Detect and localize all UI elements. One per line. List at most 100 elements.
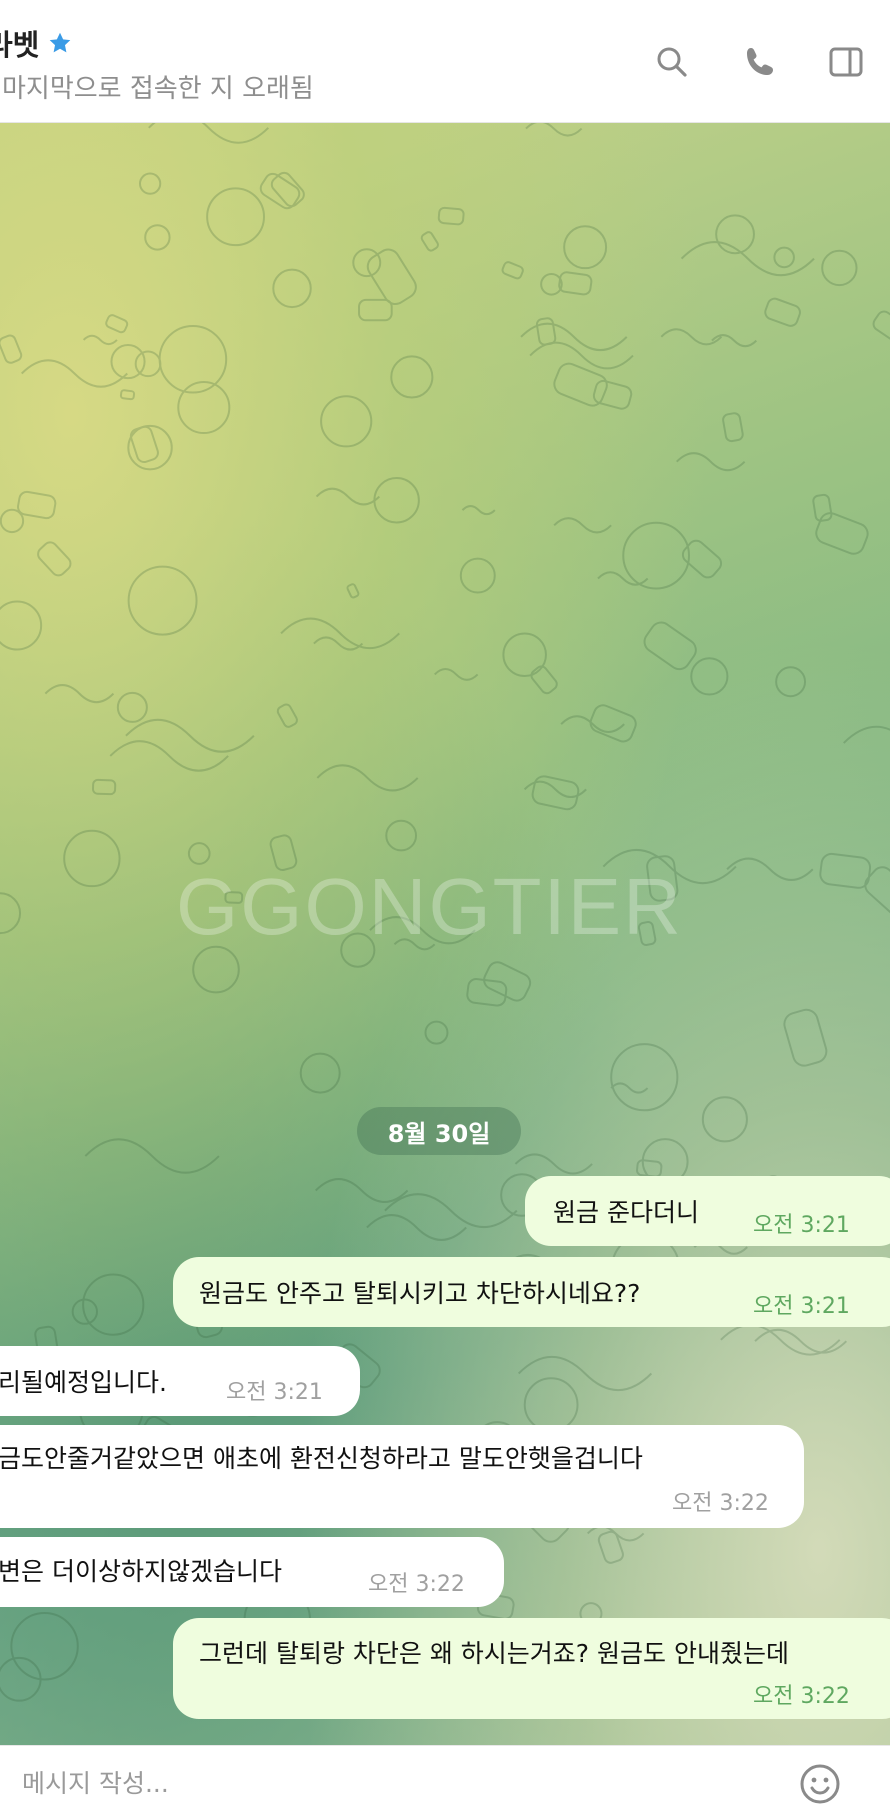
doodle-shape <box>872 310 890 343</box>
doodle-shape <box>589 704 637 743</box>
doodle-shape <box>10 1612 79 1681</box>
doodle-shape <box>434 668 479 681</box>
doodle-shape <box>722 412 744 443</box>
doodle-shape <box>424 1020 449 1045</box>
doodle-shape <box>105 314 129 334</box>
doodle-shape <box>320 395 373 448</box>
doodle-shape <box>144 224 171 251</box>
doodle-shape <box>530 665 558 695</box>
message-bubble[interactable]: 원금 준다더니 오전 3:21 <box>525 1176 890 1246</box>
doodle-shape <box>842 725 890 744</box>
last-seen-status: 마지막으로 접속한 지 오래됨 <box>2 74 314 104</box>
watermark: GGONGTIER <box>176 862 683 951</box>
doodle-shape <box>815 512 869 555</box>
doodle-shape <box>358 298 393 322</box>
date-separator: 8월 30일 <box>357 1107 521 1155</box>
doodle-shape <box>280 617 400 649</box>
message-bubble[interactable]: 리될예정입니다. 오전 3:21 <box>0 1346 360 1416</box>
doodle-shape <box>127 565 198 636</box>
doodle-shape <box>690 657 729 696</box>
doodle-shape <box>138 172 162 195</box>
phone-icon[interactable] <box>740 42 780 82</box>
message-bubble[interactable]: 원금도 안주고 탈퇴시키고 차단하시네요?? 오전 3:21 <box>173 1257 890 1327</box>
sidebar-toggle-icon[interactable] <box>826 42 866 82</box>
doodle-shape <box>299 1052 341 1094</box>
doodle-shape <box>272 268 312 309</box>
message-bubble[interactable]: 그런데 탈퇴랑 차단은 왜 하시는거죠? 원금도 안내줬는데 오전 3:22 <box>173 1618 890 1719</box>
doodle-shape <box>390 355 434 399</box>
doodle-shape <box>84 1138 220 1174</box>
doodle-shape <box>676 452 746 472</box>
doodle-shape <box>558 271 593 296</box>
doodle-shape <box>502 632 547 678</box>
message-text: 금도안줄거같았으면 애초에 환전신청하라고 말도안햇을겁니다 <box>0 1444 643 1473</box>
doodle-shape <box>754 1328 848 1354</box>
chat-header: 라벳 마지막으로 접속한 지 오래됨 <box>0 0 890 123</box>
doodle-shape <box>610 1082 649 1094</box>
message-time: 오전 3:21 <box>753 1294 850 1319</box>
chat-title-row[interactable]: 라벳 <box>0 22 73 64</box>
doodle-shape <box>466 978 508 1007</box>
message-text: 그런데 탈퇴랑 차단은 왜 하시는거죠? 원금도 안내줬는데 <box>199 1639 789 1668</box>
doodle-shape <box>82 334 118 346</box>
doodle-shape <box>129 425 159 463</box>
message-time: 오전 3:22 <box>368 1572 465 1597</box>
doodle-shape <box>514 1153 593 1175</box>
doodle-shape <box>315 1178 409 1203</box>
doodle-shape <box>44 684 115 704</box>
doodle-shape <box>821 249 858 287</box>
doodle-shape <box>0 1656 42 1702</box>
doodle-shape <box>270 171 305 208</box>
doodle-shape <box>636 1159 663 1178</box>
doodle-shape <box>276 703 298 728</box>
doodle-shape <box>773 246 795 269</box>
message-time: 오전 3:22 <box>753 1684 850 1709</box>
doodle-shape <box>597 571 649 586</box>
doodle-shape <box>148 123 270 144</box>
emoji-icon[interactable] <box>798 1762 842 1806</box>
doodle-shape <box>726 857 814 881</box>
doodle-shape <box>610 1043 679 1112</box>
doodle-shape <box>459 557 496 594</box>
doodle-shape <box>366 248 417 305</box>
doodle-shape <box>531 775 580 811</box>
message-bubble[interactable]: 금도안줄거같았으면 애초에 환전신청하라고 말도안햇을겁니다 오전 3:22 <box>0 1425 804 1528</box>
doodle-shape <box>783 1008 828 1067</box>
doodle-shape <box>206 187 266 247</box>
doodle-shape <box>819 852 872 889</box>
doodle-shape <box>346 583 360 599</box>
message-bubble[interactable]: 변은 더이상하지않겠습니다 오전 3:22 <box>0 1537 504 1607</box>
doodle-shape <box>420 231 439 252</box>
doodle-shape <box>535 317 557 346</box>
doodle-shape <box>384 1193 518 1229</box>
doodle-shape <box>366 1214 467 1241</box>
doodle-shape <box>134 350 162 378</box>
doodle-shape <box>0 334 23 364</box>
doodle-shape <box>125 718 255 753</box>
search-icon[interactable] <box>652 42 692 82</box>
doodle-shape <box>17 490 57 520</box>
doodle-shape <box>529 341 634 370</box>
doodle-shape <box>0 600 43 651</box>
doodle-shape <box>91 778 117 796</box>
doodle-shape <box>523 1377 579 1433</box>
message-time: 오전 3:21 <box>753 1213 850 1238</box>
doodle-shape <box>775 666 807 698</box>
doodle-shape <box>373 477 420 524</box>
doodle-shape <box>119 389 136 401</box>
doodle-shape <box>701 1096 748 1143</box>
message-time: 오전 3:21 <box>226 1380 323 1405</box>
doodle-shape <box>501 261 524 280</box>
doodle-shape <box>597 1530 624 1564</box>
doodle-shape <box>315 487 381 506</box>
doodle-shape <box>192 945 240 994</box>
doodle-shape <box>63 829 121 888</box>
doodle-shape <box>316 764 419 792</box>
doodle-shape <box>158 324 228 394</box>
message-input[interactable] <box>20 1760 764 1806</box>
doodle-shape <box>553 517 612 534</box>
doodle-shape <box>592 379 633 410</box>
doodle-shape <box>660 328 723 346</box>
star-icon <box>50 32 71 53</box>
doodle-shape <box>352 248 382 278</box>
